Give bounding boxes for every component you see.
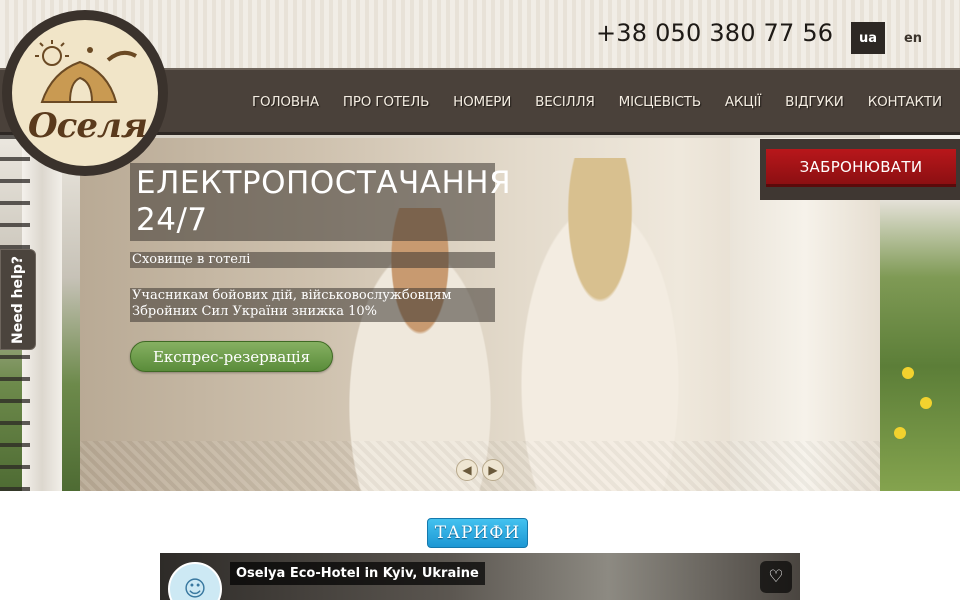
- need-help-tab[interactable]: Need help?: [0, 249, 36, 350]
- arrow-left-icon[interactable]: ◀: [456, 459, 478, 481]
- nav-item-reviews[interactable]: ВІДГУКИ: [773, 94, 856, 110]
- nav-item-about[interactable]: ПРО ГОТЕЛЬ: [331, 94, 441, 110]
- heart-icon[interactable]: ♡: [760, 561, 792, 593]
- booking-panel: ЗАБРОНЮВАТИ: [760, 139, 960, 200]
- language-en[interactable]: en: [896, 22, 930, 54]
- logo[interactable]: Оселя: [2, 10, 168, 176]
- book-now-button[interactable]: ЗАБРОНЮВАТИ: [766, 149, 956, 187]
- nav-item-home[interactable]: ГОЛОВНА: [240, 94, 331, 110]
- logo-text: Оселя: [28, 106, 148, 146]
- express-booking-button[interactable]: Експрес-резервація: [130, 341, 333, 372]
- video-title[interactable]: Oselya Eco-Hotel in Kyiv, Ukraine: [230, 562, 485, 585]
- phone-number[interactable]: +38 050 380 77 56: [596, 19, 833, 47]
- logo-emblem: Оселя: [12, 20, 158, 166]
- slide-title: ЕЛЕКТРОПОСТАЧАННЯ 24/7: [130, 163, 511, 241]
- nav-item-weddings[interactable]: ВЕСІЛЛЯ: [523, 94, 606, 110]
- nav-item-location[interactable]: МІСЦЕВІСТЬ: [607, 94, 713, 110]
- need-help-label: Need help?: [10, 255, 27, 344]
- arrow-right-icon[interactable]: ▶: [482, 459, 504, 481]
- slide-subtitle: Сховище в готелі: [130, 252, 495, 268]
- video-embed[interactable]: ☺ Oselya Eco-Hotel in Kyiv, Ukraine ♡: [160, 553, 800, 600]
- slide-promo: Учасникам бойових дій, військовослужбовц…: [130, 288, 495, 322]
- language-ua[interactable]: ua: [851, 22, 885, 54]
- tariffs-button[interactable]: ТАРИФИ: [427, 518, 528, 548]
- nav-item-rooms[interactable]: НОМЕРИ: [441, 94, 523, 110]
- nav-item-contacts[interactable]: КОНТАКТИ: [856, 94, 954, 110]
- nav-item-promotions[interactable]: АКЦІЇ: [713, 94, 773, 110]
